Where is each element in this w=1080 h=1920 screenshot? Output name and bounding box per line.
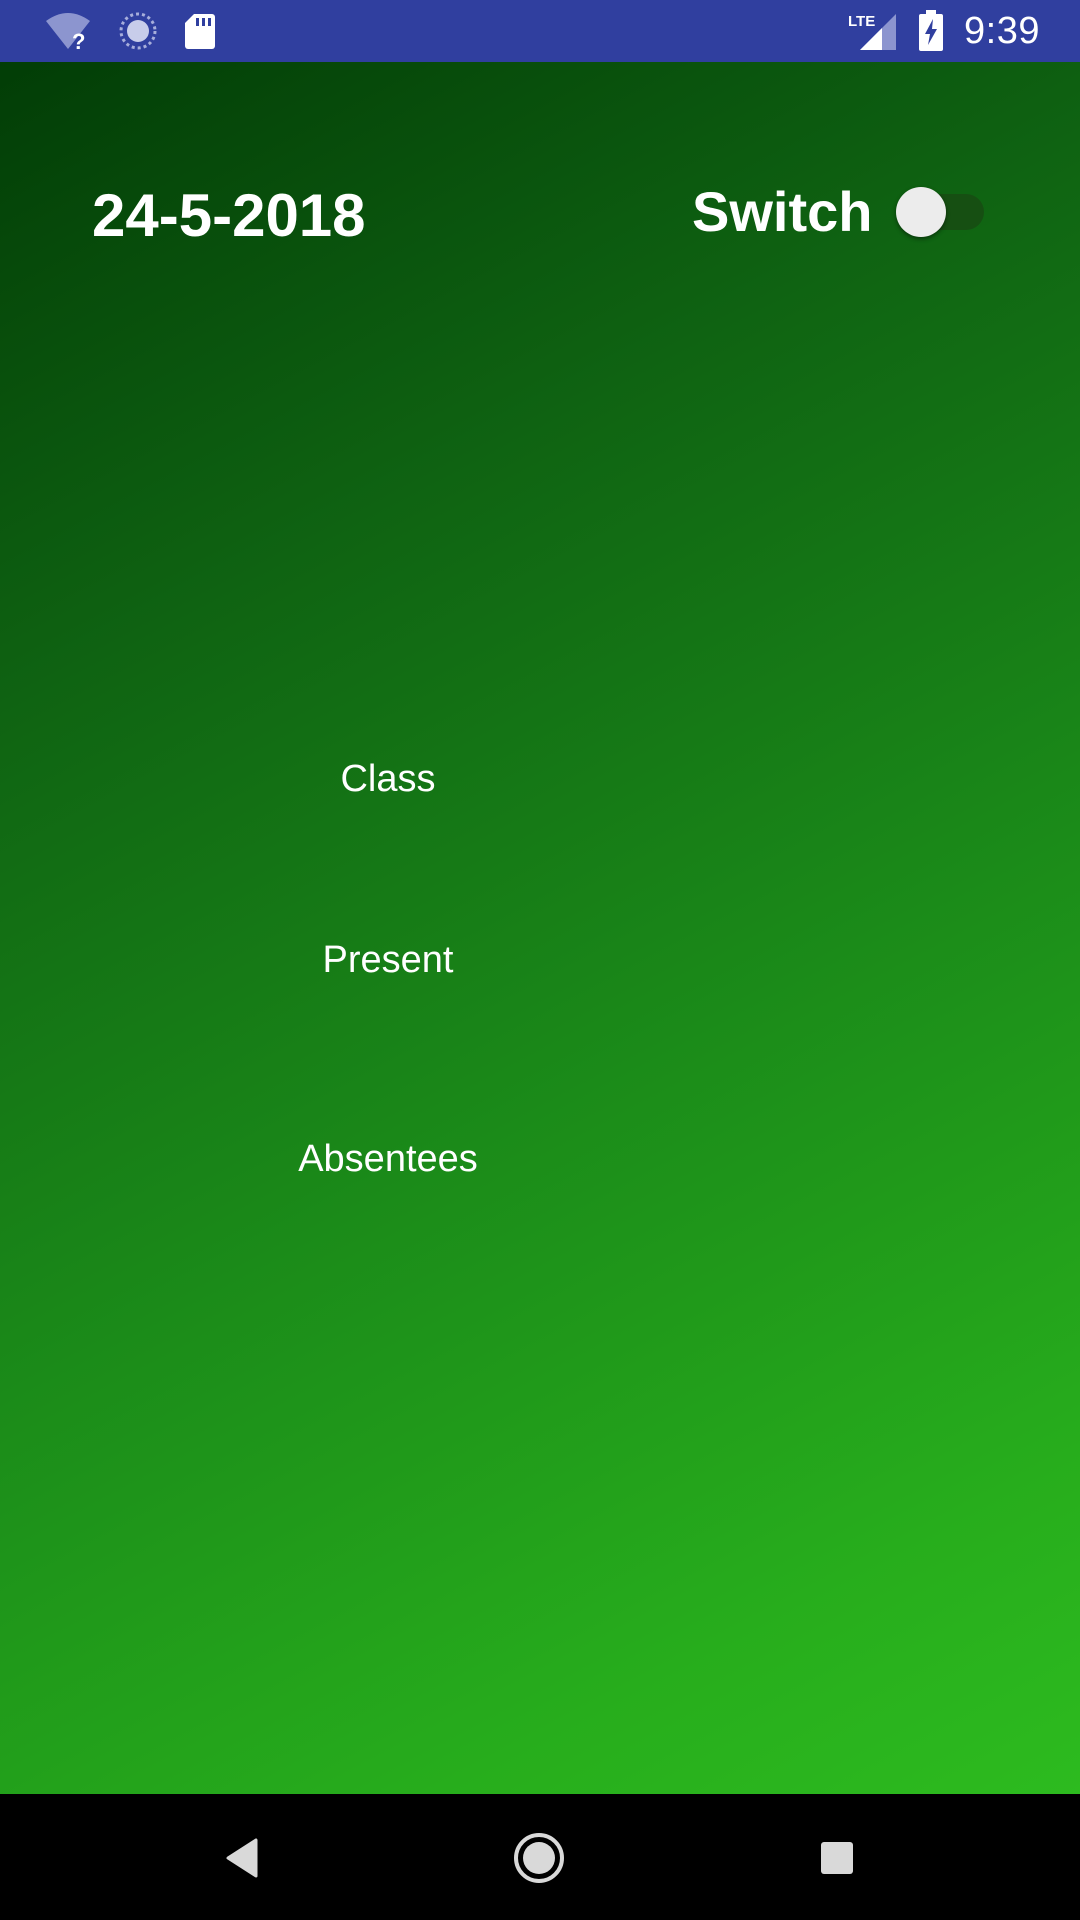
wifi-unknown-icon: ? [44,11,92,51]
navigation-bar [0,1794,1080,1920]
absentees-label: Absentees [298,1138,478,1180]
sd-card-icon [184,12,216,50]
date-label: 24-5-2018 [92,182,366,249]
home-button[interactable] [507,1826,571,1890]
battery-charging-icon [918,10,944,52]
status-time: 9:39 [964,9,1040,52]
switch-label: Switch [692,180,873,243]
status-right-icons: LTE 9:39 [848,8,1040,54]
lte-signal-icon: LTE [848,10,898,52]
status-left-icons: ? [44,10,216,52]
back-button[interactable] [210,1826,274,1890]
present-label: Present [322,939,454,981]
class-label: Class [340,758,436,800]
switch-track[interactable] [896,187,985,237]
switch-thumb[interactable] [896,187,947,237]
recents-button[interactable] [805,1826,869,1890]
back-icon [226,1838,258,1878]
home-icon [514,1833,564,1883]
recents-icon [821,1842,853,1874]
status-bar: ? LTE 9:39 [0,0,1080,62]
main-content: 24-5-2018 Switch Class Present Absentees [0,62,1080,1794]
switch-toggle[interactable]: Switch [692,180,985,243]
svg-text:?: ? [72,29,85,51]
sync-spinner-icon [118,11,158,51]
app-screen: ? LTE 9:39 24-5-2018 Switch Class Presen… [0,0,1080,1920]
network-type-label: LTE [848,13,875,30]
